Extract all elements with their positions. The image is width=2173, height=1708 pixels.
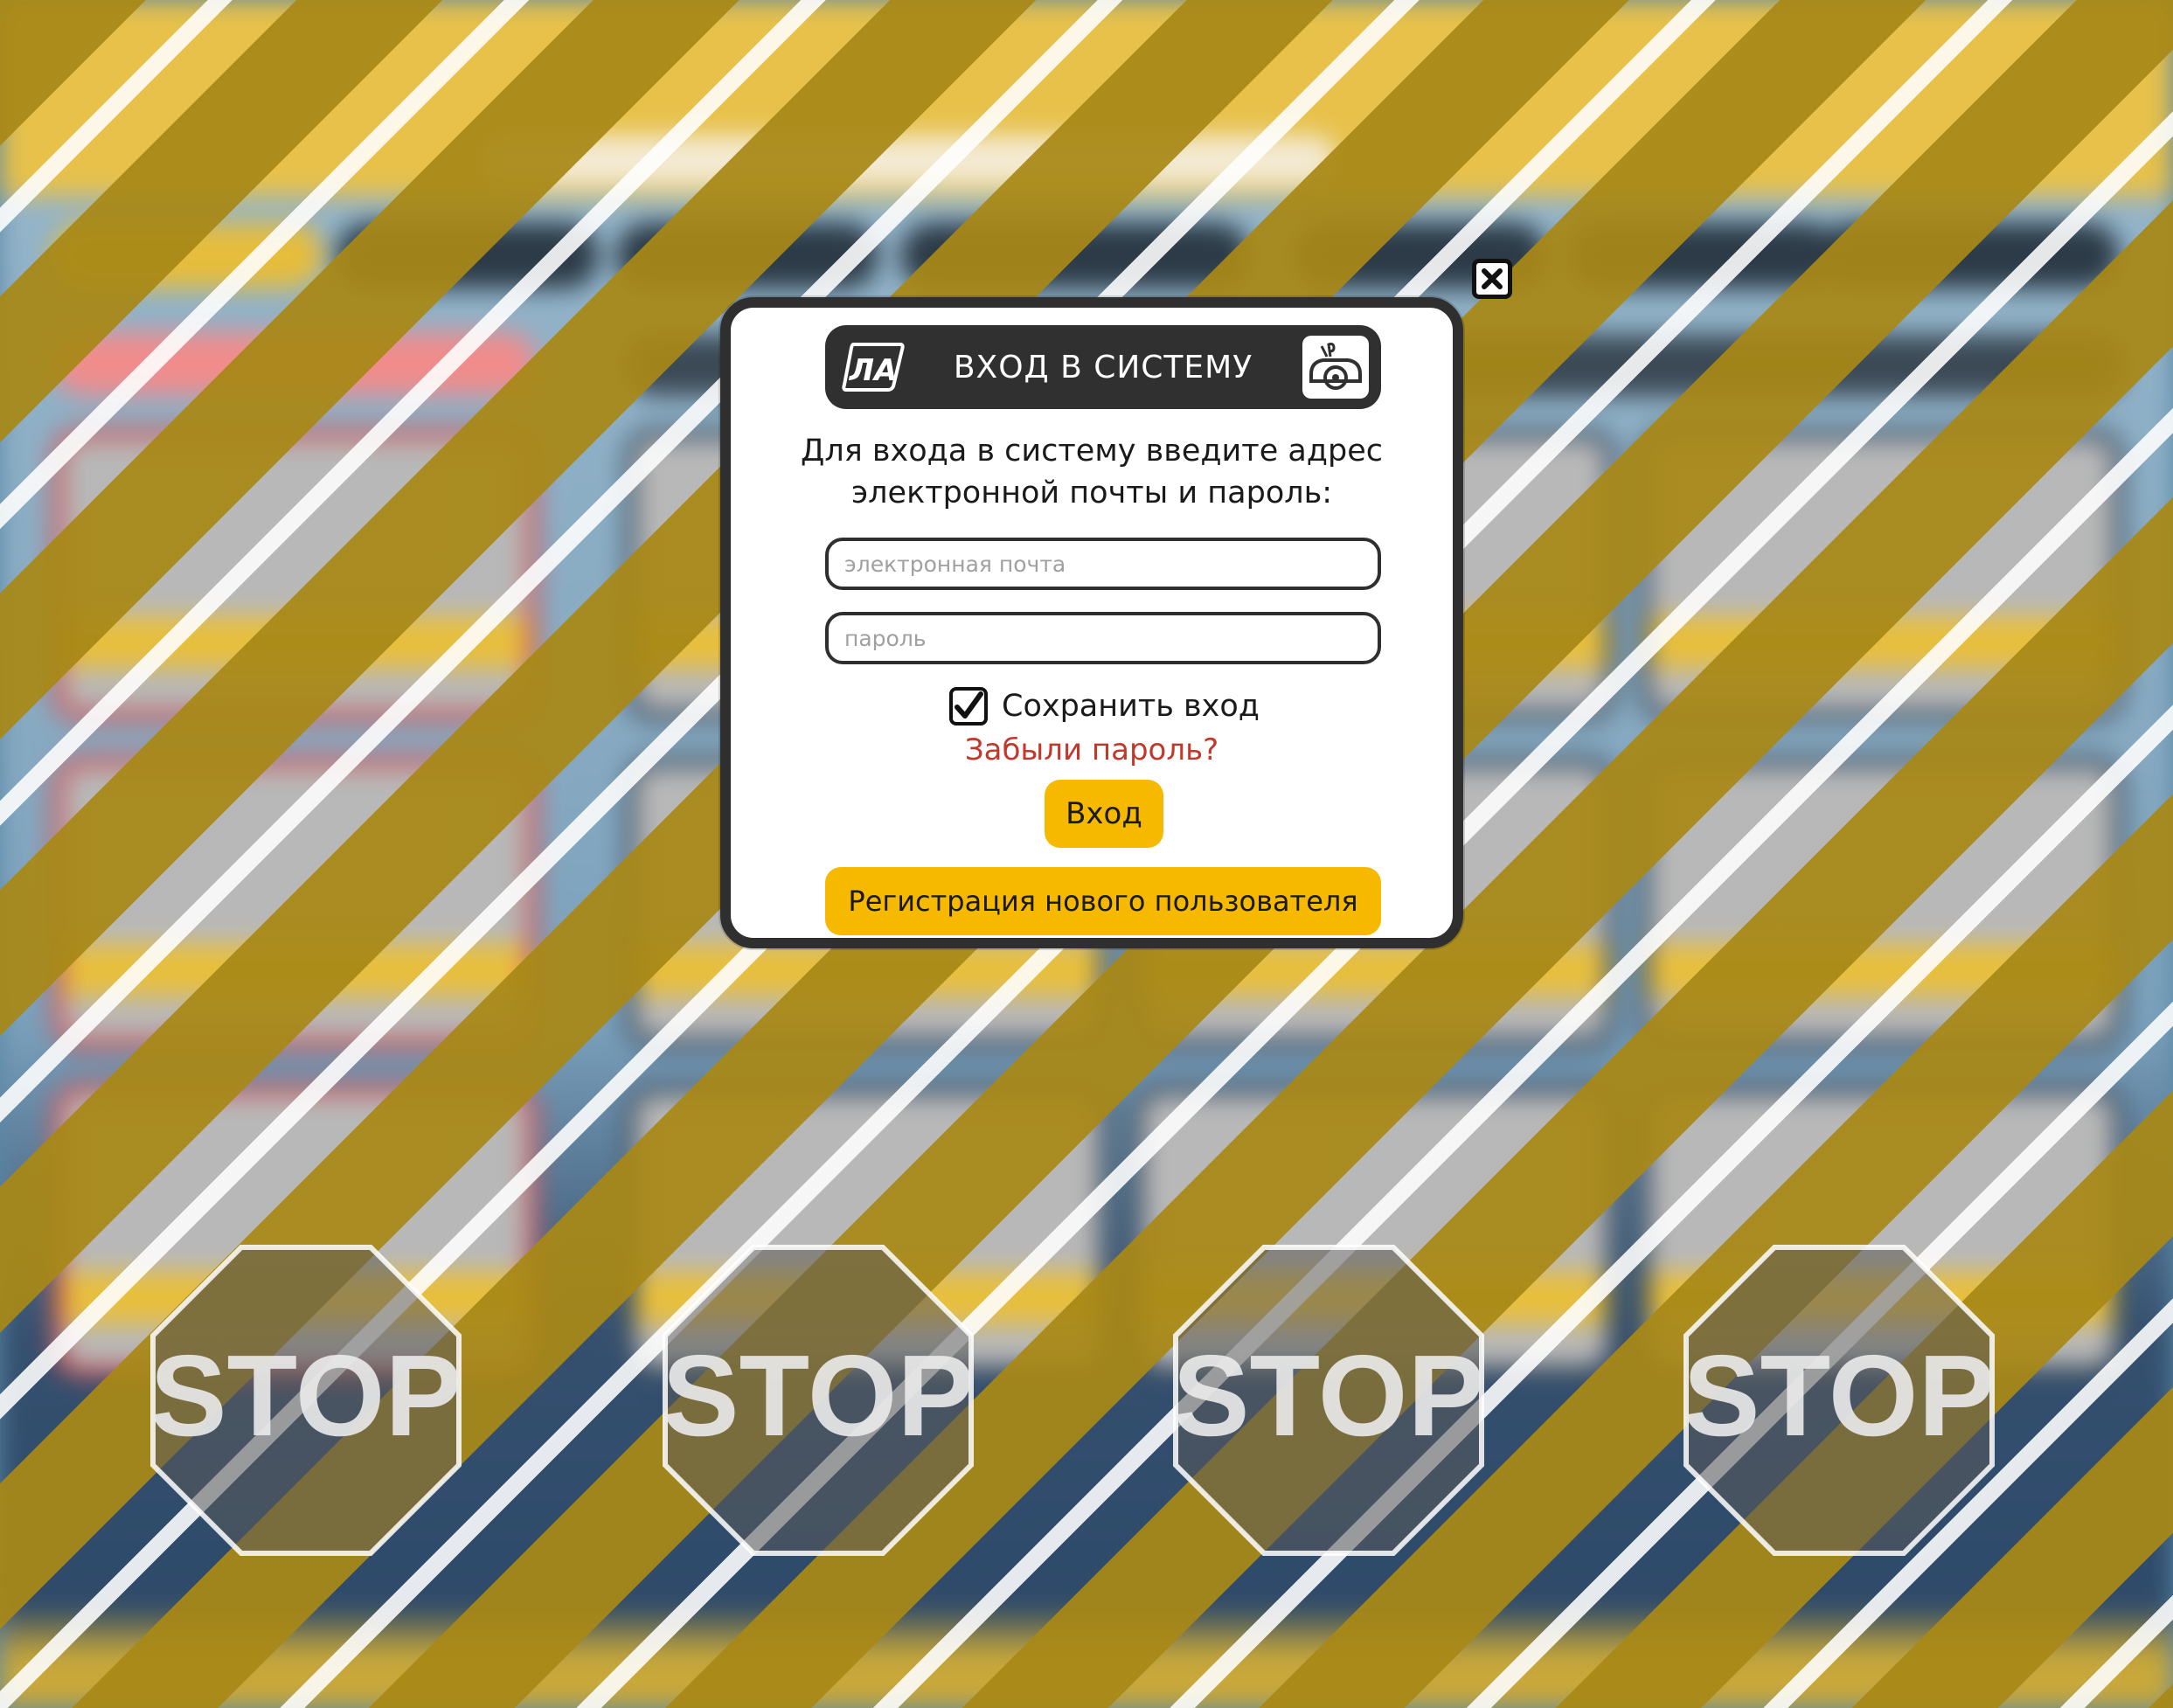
nav-pill-blurred [52,223,323,288]
modal-title: ВХОД В СИСТЕМУ [953,349,1253,385]
la-logo-text: ЛА [849,353,898,388]
la-logo: ЛА [842,343,905,392]
intro-line-2: электронной почты и пароль: [850,476,1333,510]
stop-sign-text: STOP [663,1331,974,1460]
product-card-blurred [1639,428,2124,721]
remember-login-label: Сохранить вход [1002,689,1260,724]
close-icon [1482,268,1503,289]
login-instructions: Для входа в систему введите адрес электр… [766,430,1418,514]
site-search-blurred [481,135,1337,186]
checkmark-icon [955,691,983,719]
login-button[interactable]: Вход [1045,780,1163,848]
stop-sign-text: STOP [1173,1331,1484,1460]
email-input[interactable] [825,538,1381,590]
nav-pill-blurred [1569,223,1840,288]
register-button[interactable]: Регистрация нового пользователя [825,867,1381,935]
product-card-blurred [52,428,538,721]
modal-header: ЛА ВХОД В СИСТЕМУ [825,325,1381,409]
nav-pill-blurred [616,223,878,288]
product-card-blurred [1639,756,2124,1049]
login-modal: ЛА ВХОД В СИСТЕМУ Для входа в систему вв… [720,297,1463,948]
nav-pill-blurred [900,223,1250,288]
stop-sign-icon: STOP [1173,1245,1484,1556]
stop-sign-icon: STOP [663,1245,974,1556]
sidebar-label-blurred [52,332,538,395]
close-modal-button[interactable] [1472,259,1512,299]
remember-login-row[interactable]: Сохранить вход [949,684,1264,729]
nav-pill-blurred [337,223,599,288]
forgot-password-link[interactable]: Забыли пароль? [731,732,1453,767]
autovolkhov-logo-icon [1302,336,1369,399]
stop-sign-text: STOP [150,1331,462,1460]
password-input[interactable] [825,612,1381,664]
stop-sign-icon: STOP [150,1245,462,1556]
intro-line-1: Для входа в систему введите адрес [801,434,1383,469]
stop-sign-icon: STOP [1684,1245,1995,1556]
nav-pill-blurred [1818,223,2120,288]
remember-login-checkbox[interactable] [949,687,988,726]
product-card-blurred [52,756,538,1049]
stop-sign-text: STOP [1684,1331,1995,1460]
